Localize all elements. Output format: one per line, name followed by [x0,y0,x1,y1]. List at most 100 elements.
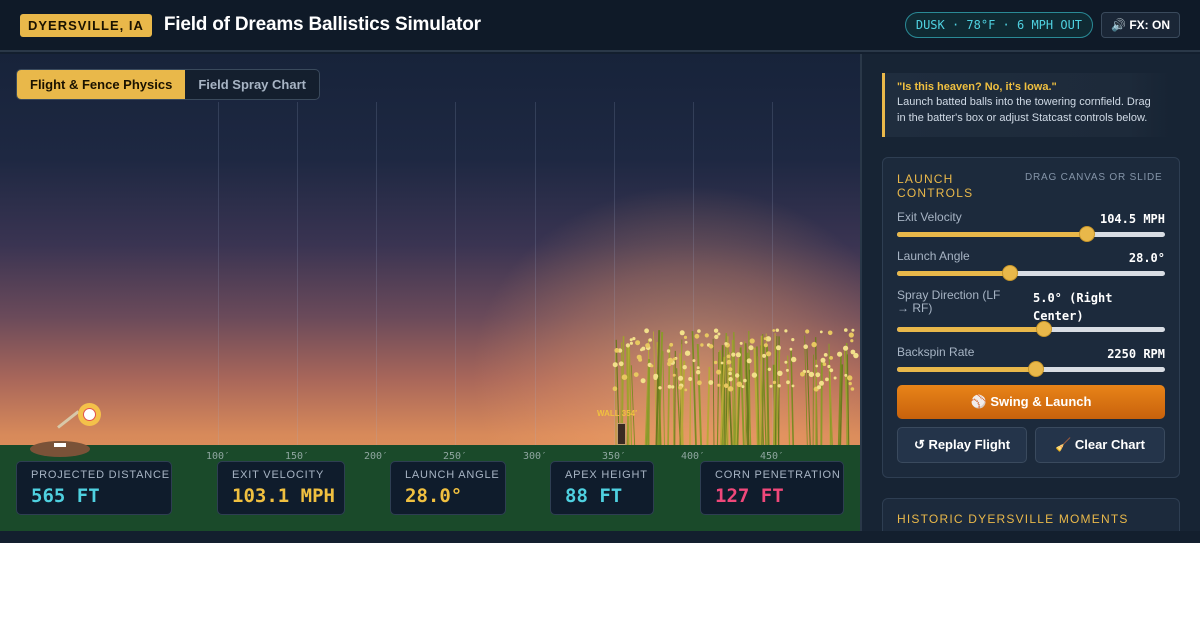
launch-controls-card: LAUNCH CONTROLS DRAG CANVAS OR SLIDE Exi… [882,157,1180,478]
corn-tassel [775,328,779,332]
control-panel: "Is this heaven? No, it's Iowa." Launch … [862,54,1200,531]
corn-stalk [691,331,697,446]
corn-tassel [789,347,793,351]
corn-tassel [700,343,704,347]
corn-tassel [829,368,834,373]
grid-line [218,102,219,445]
stat-label: PROJECTED DISTANCE [31,469,170,481]
corn-tassel [827,330,833,336]
corn-tassel [644,328,649,334]
historic-moments-card: HISTORIC DYERSVILLE MOMENTS [882,498,1180,531]
swing-launch-button[interactable]: ⚾ Swing & Launch [897,385,1165,419]
view-tabs: Flight & Fence Physics Field Spray Chart [16,69,320,100]
stat-apex-height: APEX HEIGHT 88 FT [550,461,654,515]
corn-tassel [726,359,732,365]
backspin-rate-slider[interactable] [897,361,1165,377]
slider-value: 104.5 MPH [1099,212,1165,226]
outfield-wall [617,423,626,445]
simulation-canvas[interactable]: 100′ 150′ 200′ 250′ 300′ 350′ 400′ 450′ WALL 35… [0,54,860,531]
corn-tassel [736,381,743,388]
corn-tassel [833,376,837,380]
corn-tassel [678,385,683,390]
corn-stalk [662,351,665,446]
corn-tassel [784,360,788,364]
corn-stalk [626,344,630,446]
corn-tassel [728,367,733,372]
exit-velocity-slider[interactable] [897,226,1165,242]
corn-tassel [731,352,736,357]
corn-stalk [706,366,711,446]
corn-tassel [720,361,724,365]
spray-direction-slider[interactable] [897,321,1165,337]
sound-fx-toggle-button[interactable]: 🔊 FX: ON [1101,12,1180,38]
corn-tassel [653,373,659,379]
corn-tassel [658,386,662,390]
corn-tassel [777,384,781,388]
corn-tassel [767,367,772,371]
corn-tassel [640,378,646,384]
slider-value: 2250 RPM [1107,347,1165,361]
corn-tassel [633,372,639,377]
corn-stalk [647,358,651,446]
corn-tassel [669,342,674,347]
stat-value: 565 FT [31,485,100,507]
quote-body: Launch batted balls into the towering co… [897,96,1151,124]
slider-thumb[interactable] [1079,226,1096,242]
corn-tassel [819,380,824,386]
home-plate [54,443,66,447]
corn-stalk [716,352,720,446]
baseball-icon[interactable] [83,408,96,421]
corn-tassel [844,328,848,332]
corn-tassel [823,353,828,357]
speaker-icon: 🔊 [1111,18,1126,32]
corn-tassel [786,380,790,385]
corn-tassel [762,353,767,358]
slider-fill [897,327,1045,332]
corn-stalk [712,338,715,446]
corn-tassel [728,371,732,376]
corn-tassel [713,328,719,333]
corn-tassel [853,352,859,359]
clear-chart-button[interactable]: 🧹 Clear Chart [1035,427,1165,463]
corn-tassel [735,352,741,358]
corn-tassel [717,332,721,336]
slider-thumb[interactable] [1001,265,1018,281]
launch-angle-slider[interactable] [897,265,1165,281]
stat-exit-velocity: EXIT VELOCITY 103.1 MPH [217,461,345,515]
corn-tassel [825,377,829,382]
corn-tassel [817,385,821,390]
corn-tassel [672,373,676,377]
corn-tassel [726,354,731,359]
stat-launch-angle: LAUNCH ANGLE 28.0° [390,461,506,515]
corn-tassel [746,358,752,364]
replay-flight-button[interactable]: ↺ Replay Flight [897,427,1027,463]
corn-stalk [696,343,703,446]
distance-tick-label: 200′ [364,451,389,462]
corn-tassel [848,381,852,386]
tab-field-spray-chart[interactable]: Field Spray Chart [185,70,319,99]
corn-tassel [728,377,733,382]
corn-tassel [829,356,833,360]
bat-icon[interactable] [57,410,80,429]
corn-tassel [648,338,652,342]
corn-tassel [791,356,797,363]
corn-tassel [811,341,817,348]
corn-tassel [843,345,849,351]
exit-velocity-control: Exit Velocity 104.5 MPH [897,210,1165,242]
corn-tassel [772,380,777,385]
corn-tassel [777,370,783,376]
slider-thumb[interactable] [1036,321,1053,337]
corn-tassel [844,373,848,377]
tab-flight-fence-physics[interactable]: Flight & Fence Physics [17,70,186,99]
corn-tassel [772,329,776,332]
stat-corn-penetration: CORN PENETRATION 127 FT [700,461,844,515]
corn-tassel [749,338,755,344]
corn-tassel [645,343,650,348]
corn-tassel [784,329,788,333]
location-badge: DYERSVILLE, IA [20,13,152,37]
app-window: DYERSVILLE, IA Field of Dreams Ballistic… [0,0,1200,543]
slider-thumb[interactable] [1028,361,1045,377]
corn-tassel [808,371,815,378]
corn-tassel [815,364,819,368]
corn-tassel [632,337,636,341]
